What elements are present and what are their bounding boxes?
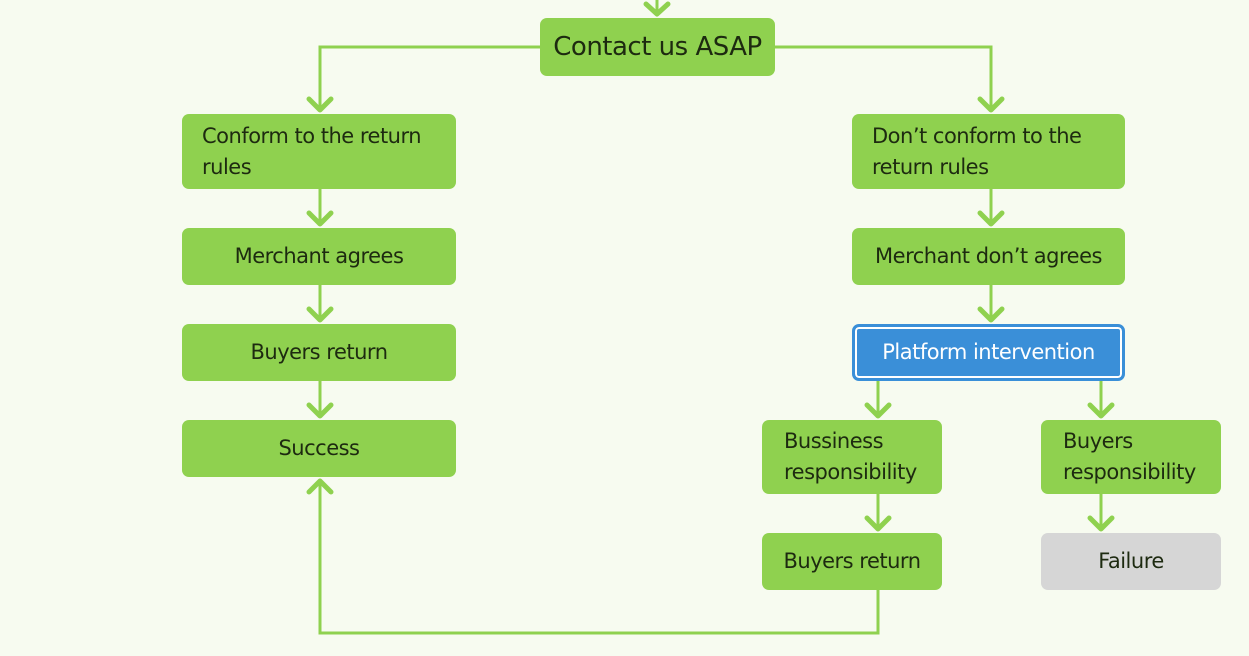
- connector-contact-notconform: [775, 45, 993, 112]
- node-not-conform: Don’t conform to the return rules: [852, 114, 1125, 189]
- node-conform: Conform to the return rules: [182, 114, 456, 189]
- node-buyers-return-left: Buyers return: [182, 324, 456, 381]
- node-business-responsibility: Bussiness responsibility: [762, 420, 942, 494]
- node-failure: Failure: [1041, 533, 1221, 590]
- node-platform-intervention: Platform intervention: [852, 324, 1125, 381]
- node-contact: Contact us ASAP: [540, 18, 775, 76]
- node-success: Success: [182, 420, 456, 477]
- connector-contact-conform: [318, 45, 540, 112]
- node-merchant-disagrees: Merchant don’t agrees: [852, 228, 1125, 285]
- node-buyers-responsibility: Buyers responsibility: [1041, 420, 1221, 494]
- node-buyers-return-right: Buyers return: [762, 533, 942, 590]
- node-merchant-agrees: Merchant agrees: [182, 228, 456, 285]
